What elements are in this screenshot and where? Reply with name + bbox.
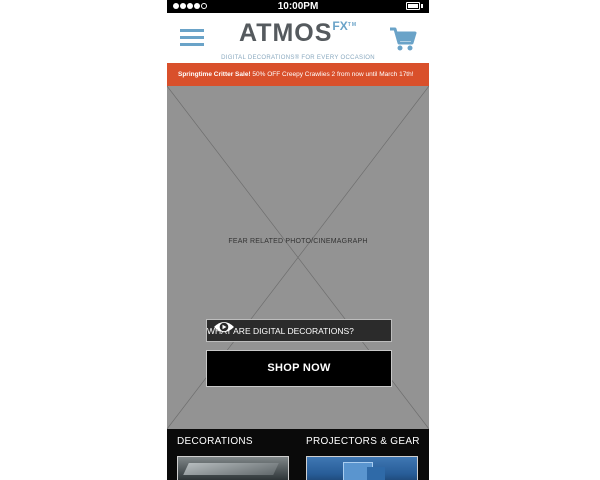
promo-title: Springtime Critter Sale! bbox=[178, 71, 251, 78]
logo-fx-text: FX bbox=[332, 19, 348, 33]
status-bar: 10:00PM bbox=[167, 0, 429, 13]
logo-tagline: DIGITAL DECORATIONS® FOR EVERY OCCASION bbox=[221, 55, 375, 61]
logo-trademark: TM bbox=[347, 22, 357, 28]
shop-now-button[interactable]: SHOP NOW bbox=[206, 350, 392, 387]
hero-placeholder: FEAR RELATED PHOTO/CINEMAGRAPH WHAT ARE … bbox=[167, 86, 429, 429]
cart-icon[interactable] bbox=[389, 26, 417, 52]
status-time: 10:00PM bbox=[277, 1, 319, 12]
promo-banner[interactable]: Springtime Critter Sale! 50% OFF Creepy … bbox=[167, 63, 429, 86]
eye-play-icon bbox=[214, 322, 234, 332]
what-are-digital-decorations-button[interactable]: WHAT ARE DIGITAL DECORATIONS? bbox=[206, 319, 392, 342]
site-header: ATMOSFXTM DIGITAL DECORATIONS® FOR EVERY… bbox=[167, 13, 429, 63]
category-title-projectors[interactable]: PROJECTORS & GEAR bbox=[306, 436, 420, 447]
logo-text: ATMOS bbox=[239, 19, 333, 47]
projectors-thumbnail[interactable] bbox=[306, 456, 418, 480]
battery-icon bbox=[406, 2, 420, 10]
atmosfx-logo[interactable]: ATMOSFXTM DIGITAL DECORATIONS® FOR EVERY… bbox=[215, 19, 381, 62]
decorations-thumbnail[interactable] bbox=[177, 456, 289, 480]
category-title-decorations[interactable]: DECORATIONS bbox=[177, 436, 253, 447]
menu-icon[interactable] bbox=[180, 27, 204, 49]
phone-screen: 10:00PM ATMOSFXTM DIGITAL DECORATIONS® F… bbox=[167, 0, 429, 480]
promo-text: 50% OFF Creepy Crawlies 2 from now until… bbox=[252, 71, 414, 78]
placeholder-label: FEAR RELATED PHOTO/CINEMAGRAPH bbox=[228, 238, 368, 245]
category-section: DECORATIONS PROJECTORS & GEAR bbox=[167, 429, 429, 480]
